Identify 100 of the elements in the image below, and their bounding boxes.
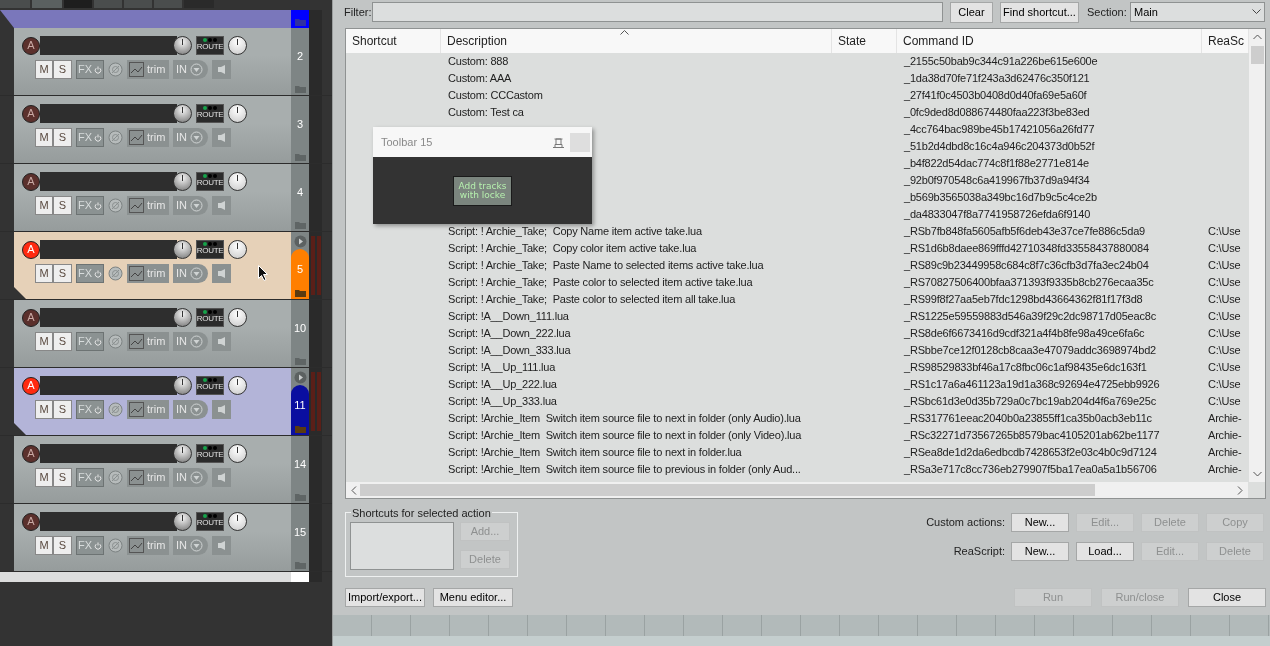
solo-button[interactable]: S (53, 264, 72, 283)
column-header[interactable]: Description (441, 29, 832, 53)
phase-icon[interactable] (108, 470, 123, 485)
monitor-button[interactable] (212, 196, 231, 215)
phase-icon[interactable] (108, 130, 123, 145)
column-header[interactable]: Shortcut (346, 29, 441, 53)
monitor-button[interactable] (212, 468, 231, 487)
route-button[interactable]: ROUTE (196, 444, 224, 463)
monitor-button[interactable] (212, 128, 231, 147)
dropdown-icon (190, 471, 203, 484)
record-arm-button[interactable]: A (22, 512, 40, 531)
column-header[interactable]: Command ID (897, 29, 1202, 53)
pan-knob[interactable] (228, 172, 247, 191)
mute-button[interactable]: M (35, 536, 53, 555)
solo-button[interactable]: S (53, 332, 72, 351)
actions-list[interactable] (345, 28, 1266, 499)
track-panel[interactable]: A ROUTE M S FX trim IN (14, 232, 291, 299)
clear-button[interactable]: Clear (950, 1, 993, 23)
solo-button[interactable]: S (53, 128, 72, 147)
route-button[interactable]: ROUTE (196, 172, 224, 191)
route-button[interactable]: ROUTE (196, 104, 224, 123)
monitor-button[interactable] (212, 536, 231, 555)
solo-button[interactable]: S (53, 468, 72, 487)
record-arm-button[interactable]: A (22, 308, 40, 327)
action-button[interactable]: New... (1011, 542, 1069, 561)
scroll-left-icon[interactable] (351, 485, 357, 495)
track-panel[interactable]: A ROUTE M S FX trim IN (14, 300, 291, 367)
envelope-icon (129, 470, 144, 485)
track-panel[interactable]: A ROUTE M S FX trim IN (14, 436, 291, 503)
phase-icon[interactable] (108, 334, 123, 349)
route-button[interactable]: ROUTE (196, 308, 224, 327)
track-panel[interactable]: A ROUTE M S FX trim IN (14, 28, 291, 95)
solo-button[interactable]: S (53, 60, 72, 79)
route-button[interactable]: ROUTE (196, 376, 224, 395)
mute-button[interactable]: M (35, 468, 53, 487)
action-button[interactable]: New... (1011, 513, 1069, 532)
monitor-button[interactable] (212, 264, 231, 283)
record-arm-button[interactable]: A (22, 376, 40, 395)
scroll-up-icon[interactable] (1252, 34, 1262, 40)
dialog-button[interactable]: Close (1188, 588, 1266, 607)
mute-button[interactable]: M (35, 400, 53, 419)
section-dropdown[interactable]: Main (1130, 2, 1265, 22)
vertical-scrollbar[interactable] (1249, 29, 1265, 482)
shortcuts-listbox[interactable] (350, 522, 454, 570)
track-panel[interactable]: A ROUTE M S FX trim IN (14, 504, 291, 571)
pan-knob[interactable] (228, 104, 247, 123)
mute-button[interactable]: M (35, 60, 53, 79)
monitor-button[interactable] (212, 400, 231, 419)
track-panel[interactable]: A ROUTE M S FX trim IN (14, 368, 291, 435)
pan-knob[interactable] (228, 240, 247, 259)
pan-knob[interactable] (228, 376, 247, 395)
solo-button[interactable]: S (53, 536, 72, 555)
mute-button[interactable]: M (35, 264, 53, 283)
window-title: Toolbar 15 (381, 134, 434, 150)
pan-knob[interactable] (228, 36, 247, 55)
track-panel[interactable]: A ROUTE M S FX trim IN (14, 164, 291, 231)
track-number: 11 (294, 397, 306, 413)
table-cell: Archie- (1208, 463, 1242, 476)
monitor-button[interactable] (212, 60, 231, 79)
filter-field[interactable] (372, 2, 943, 22)
record-arm-button[interactable]: A (22, 444, 40, 463)
track-panel[interactable]: A ROUTE M S FX trim IN (14, 96, 291, 163)
route-button[interactable]: ROUTE (196, 36, 224, 55)
window-control-button[interactable] (570, 132, 590, 152)
pin-icon[interactable] (552, 136, 565, 148)
dropdown-icon (190, 199, 203, 212)
pan-knob[interactable] (228, 308, 247, 327)
dialog-button[interactable]: Import/export... (345, 588, 425, 607)
pan-knob[interactable] (228, 444, 247, 463)
mute-button[interactable]: M (35, 332, 53, 351)
phase-icon[interactable] (108, 538, 123, 553)
play-icon (293, 371, 307, 384)
scroll-right-icon[interactable] (1237, 485, 1243, 495)
power-icon (94, 133, 103, 142)
phase-icon[interactable] (108, 402, 123, 417)
mute-button[interactable]: M (35, 196, 53, 215)
solo-button[interactable]: S (53, 400, 72, 419)
pan-knob[interactable] (228, 512, 247, 531)
scrollbar-thumb[interactable] (1250, 46, 1264, 64)
route-button[interactable]: ROUTE (196, 512, 224, 531)
phase-icon[interactable] (108, 198, 123, 213)
monitor-button[interactable] (212, 332, 231, 351)
route-button[interactable]: ROUTE (196, 240, 224, 259)
horizontal-scrollbar[interactable] (346, 482, 1248, 498)
column-header[interactable]: State (832, 29, 897, 53)
solo-button[interactable]: S (53, 196, 72, 215)
action-button[interactable]: Load... (1076, 542, 1134, 561)
phase-icon[interactable] (108, 266, 123, 281)
power-icon (94, 541, 103, 550)
table-cell: Script: ! Archie_Take; Copy Name item active take.lua (448, 225, 702, 238)
scroll-down-icon[interactable] (1252, 471, 1262, 477)
dialog-button[interactable]: Menu editor... (433, 588, 513, 607)
find-shortcut-button[interactable]: Find shortcut... (1000, 1, 1079, 23)
record-arm-button[interactable]: A (22, 104, 40, 123)
record-arm-button[interactable]: A (22, 36, 40, 55)
scrollbar-thumb[interactable] (360, 484, 1095, 496)
record-arm-button[interactable]: A (22, 172, 40, 191)
phase-icon[interactable] (108, 62, 123, 77)
mute-button[interactable]: M (35, 128, 53, 147)
record-arm-button[interactable]: A (22, 240, 40, 259)
